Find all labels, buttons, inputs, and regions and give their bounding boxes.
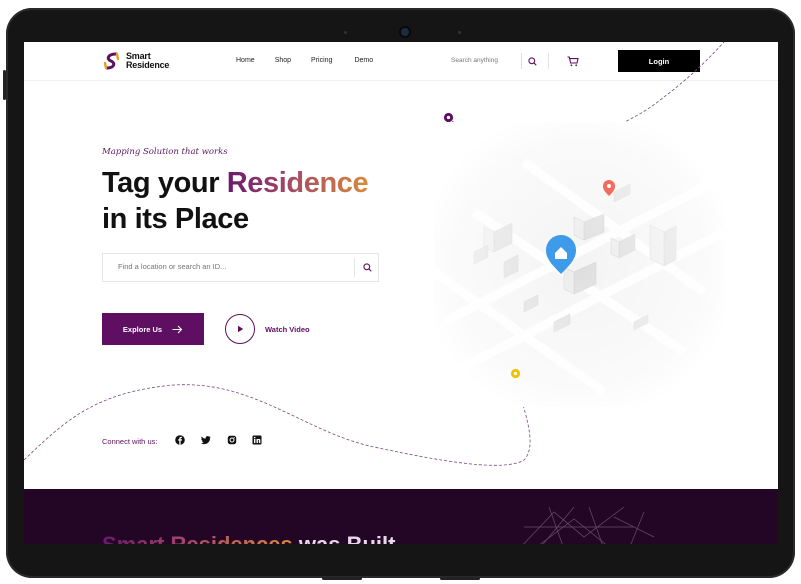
route-end-pin-icon (510, 368, 521, 379)
search-icon (362, 263, 372, 272)
isometric-city-map-illustration (434, 122, 724, 407)
explore-button[interactable]: Explore Us (102, 313, 204, 345)
facebook-icon[interactable] (175, 435, 185, 445)
twitter-icon[interactable] (201, 435, 211, 445)
hero-tagline: Mapping Solution that works (102, 147, 228, 157)
sensor-left (344, 31, 347, 34)
side-button (3, 70, 6, 100)
band-title-highlight: Smart Residences (102, 532, 293, 544)
band-title-rest: was Built (293, 532, 396, 544)
hero-headline: Tag your Residence in its Place (102, 165, 369, 237)
headline-highlight: Residence (226, 167, 369, 199)
instagram-icon[interactable] (227, 435, 237, 445)
location-search-input[interactable] (118, 262, 338, 271)
sensor-right (458, 31, 461, 34)
linkedin-icon[interactable] (252, 435, 262, 445)
map-lines-decoration (523, 507, 655, 544)
arrow-right-icon (172, 325, 183, 333)
connect-label: Connect with us: (102, 437, 158, 446)
explore-button-label: Explore Us (122, 324, 163, 334)
bottom-button-right (440, 577, 480, 580)
location-search-button[interactable] (354, 258, 379, 277)
about-section-title: Smart Residences was Built (102, 532, 395, 544)
location-search-box (102, 253, 379, 282)
bottom-button-left (322, 577, 362, 580)
front-camera (401, 28, 409, 36)
play-icon (237, 325, 243, 333)
headline-line2: in its Place (102, 203, 249, 235)
browser-viewport: Smart Residence Home Shop Pricing Demo S… (24, 42, 778, 544)
headline-part1: Tag your (102, 167, 227, 199)
play-video-button[interactable] (225, 314, 255, 344)
watch-video-link[interactable]: Watch Video (265, 325, 310, 334)
